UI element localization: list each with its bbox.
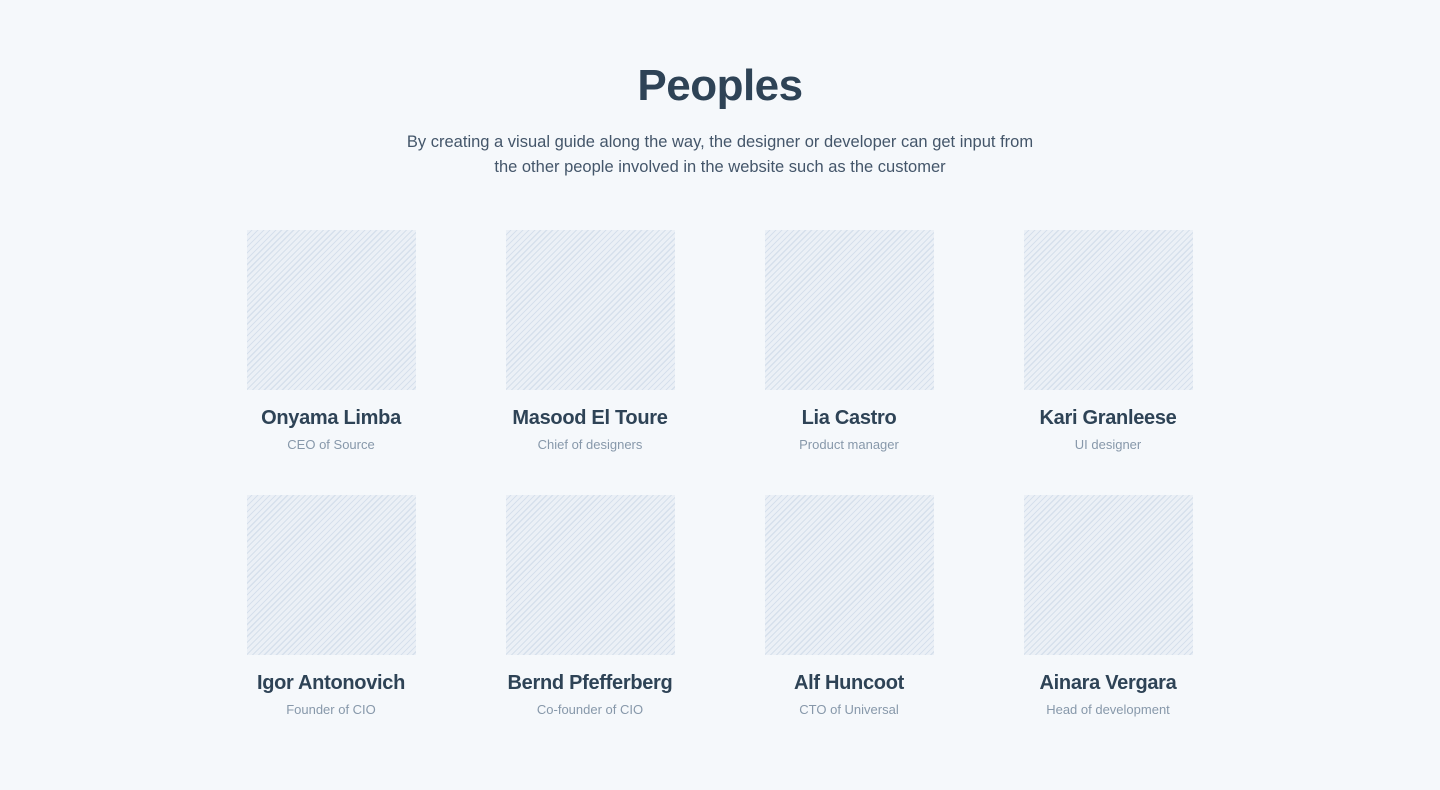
person-name: Ainara Vergara xyxy=(1039,672,1177,694)
person-role: Founder of CIO xyxy=(286,702,376,717)
person-photo-placeholder xyxy=(1024,495,1193,655)
person-card[interactable]: Kari Granleese UI designer xyxy=(978,230,1238,470)
person-role: Co-founder of CIO xyxy=(536,702,644,717)
person-photo-placeholder xyxy=(506,230,675,390)
person-photo-placeholder xyxy=(1024,230,1193,390)
person-role: Head of development xyxy=(1046,702,1170,717)
person-role: Chief of designers xyxy=(537,437,643,452)
person-name: Lia Castro xyxy=(801,407,897,429)
person-card[interactable]: Lia Castro Product manager xyxy=(719,230,979,470)
person-name: Masood El Toure xyxy=(512,407,668,429)
person-card[interactable]: Igor Antonovich Founder of CIO xyxy=(201,495,461,735)
person-name: Kari Granleese xyxy=(1039,407,1177,429)
person-card[interactable]: Onyama Limba CEO of Source xyxy=(201,230,461,470)
people-grid: Onyama Limba CEO of Source Masood El Tou… xyxy=(0,0,1440,790)
person-name: Bernd Pfefferberg xyxy=(507,672,673,694)
person-role: Product manager xyxy=(799,437,899,452)
person-role: CTO of Universal xyxy=(799,702,899,717)
person-card[interactable]: Bernd Pfefferberg Co-founder of CIO xyxy=(460,495,720,735)
person-photo-placeholder xyxy=(506,495,675,655)
person-role: UI designer xyxy=(1074,437,1142,452)
peoples-section: Peoples By creating a visual guide along… xyxy=(0,0,1440,790)
person-card[interactable]: Masood El Toure Chief of designers xyxy=(460,230,720,470)
person-card[interactable]: Ainara Vergara Head of development xyxy=(978,495,1238,735)
person-role: CEO of Source xyxy=(287,437,375,452)
person-photo-placeholder xyxy=(247,230,416,390)
person-photo-placeholder xyxy=(765,230,934,390)
person-card[interactable]: Alf Huncoot CTO of Universal xyxy=(719,495,979,735)
person-name: Igor Antonovich xyxy=(256,672,406,694)
person-photo-placeholder xyxy=(247,495,416,655)
person-name: Alf Huncoot xyxy=(793,672,904,694)
person-name: Onyama Limba xyxy=(261,407,401,429)
person-photo-placeholder xyxy=(765,495,934,655)
